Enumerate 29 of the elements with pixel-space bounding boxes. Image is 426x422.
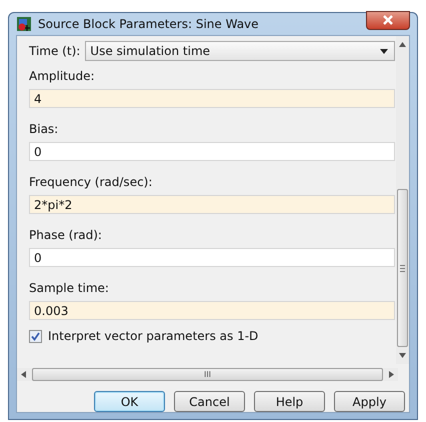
dialog-button[interactable]: Help [254, 391, 325, 412]
input-field[interactable]: 4 [29, 89, 395, 108]
time-dropdown[interactable]: Use simulation time [85, 41, 395, 61]
scroll-up-arrow-icon[interactable] [399, 42, 406, 47]
window-title: Source Block Parameters: Sine Wave [38, 17, 260, 31]
horizontal-scrollbar[interactable]: III [17, 368, 398, 381]
field-label: Amplitude: [29, 68, 96, 85]
field-label: Time (t): [29, 43, 80, 60]
scroll-down-arrow-icon[interactable] [399, 353, 406, 358]
close-icon [381, 14, 395, 26]
vertical-scrollbar[interactable] [396, 36, 409, 364]
app-icon [16, 16, 32, 32]
field-label: Sample time: [29, 280, 110, 297]
checkbox-label: Interpret vector parameters as 1-D [48, 329, 258, 343]
field-label: Phase (rad): [29, 227, 103, 244]
scroll-right-arrow-icon[interactable] [389, 371, 394, 378]
dialog-button[interactable]: Cancel [174, 391, 245, 412]
field-label: Bias: [29, 121, 60, 138]
caret-icon [380, 48, 388, 54]
input-field[interactable]: 0 [29, 248, 395, 267]
input-field[interactable]: 0.003 [29, 301, 395, 320]
scroll-left-arrow-icon[interactable] [21, 371, 26, 378]
input-field[interactable]: 0 [29, 142, 395, 161]
checkbox[interactable] [29, 330, 42, 342]
dialog-button[interactable]: OK [94, 391, 165, 412]
input-field[interactable]: 2*pi*2 [29, 195, 395, 214]
close-button[interactable] [366, 10, 410, 30]
field-label: Frequency (rad/sec): [29, 174, 154, 191]
dialog-button[interactable]: Apply [334, 391, 405, 412]
